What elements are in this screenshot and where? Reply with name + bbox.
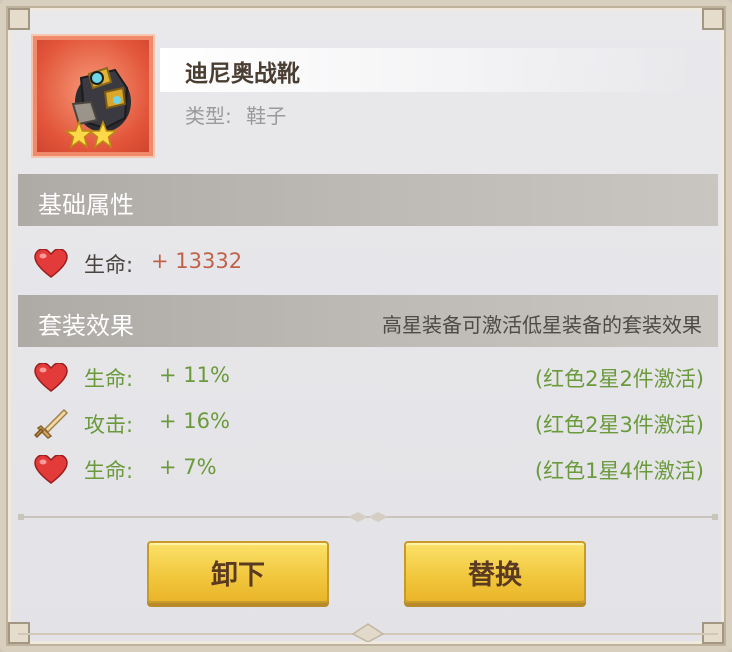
set-effect-row: 生命: + 11% (红色2星2件激活) — [34, 361, 704, 395]
corner-ornament — [8, 8, 30, 30]
set-effect-row: 生命: + 7% (红色1星4件激活) — [34, 453, 704, 487]
effect-value: + 7% — [159, 455, 217, 479]
effect-condition: (红色1星4件激活) — [534, 459, 704, 483]
star-rating — [65, 120, 119, 149]
heart-icon — [34, 249, 68, 278]
ornamental-divider — [18, 512, 718, 522]
bottom-ornament — [18, 623, 718, 642]
item-type-label: 类型: — [185, 104, 232, 128]
basic-stat-row: 生命: + 13332 — [34, 247, 704, 281]
effect-value: + 16% — [159, 409, 230, 433]
effect-condition: (红色2星2件激活) — [534, 367, 704, 391]
replace-button[interactable]: 替换 — [404, 541, 586, 603]
item-type-value: 鞋子 — [246, 104, 287, 128]
corner-ornament — [702, 8, 724, 30]
item-name: 迪尼奥战靴 — [185, 61, 300, 87]
effect-condition: (红色2星3件激活) — [534, 413, 704, 437]
effect-label: 生命: — [84, 367, 134, 391]
stat-label: 生命: — [84, 253, 134, 277]
effect-value: + 11% — [159, 363, 230, 387]
set-effects-title: 套装效果 — [38, 312, 134, 340]
unequip-button[interactable]: 卸下 — [147, 541, 329, 603]
item-icon-frame[interactable] — [33, 36, 153, 156]
basic-attributes-title: 基础属性 — [38, 191, 134, 219]
set-effects-note: 高星装备可激活低星装备的套装效果 — [382, 313, 702, 337]
set-effect-row: 攻击: + 16% (红色2星3件激活) — [34, 407, 704, 441]
sword-icon — [34, 409, 68, 439]
set-effects-header: 套装效果 高星装备可激活低星装备的套装效果 — [18, 295, 718, 347]
heart-icon — [34, 455, 68, 484]
stat-value: + 13332 — [151, 249, 243, 273]
effect-label: 生命: — [84, 459, 134, 483]
item-type-row: 类型: 鞋子 — [185, 100, 286, 129]
effect-label: 攻击: — [84, 413, 134, 437]
heart-icon — [34, 363, 68, 392]
basic-attributes-header: 基础属性 — [18, 174, 718, 226]
